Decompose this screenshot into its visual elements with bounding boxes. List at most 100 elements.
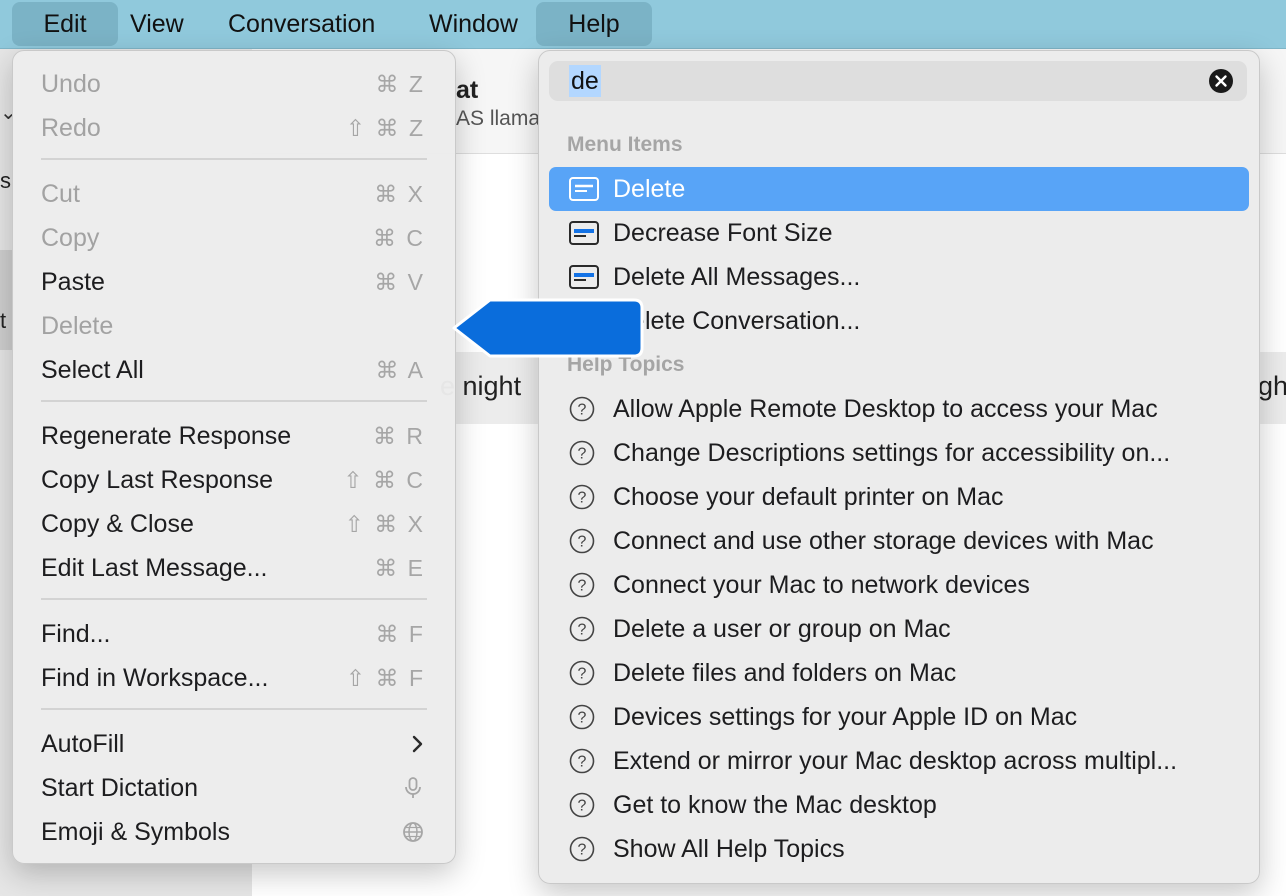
shortcut-label: ⌘ C — [373, 225, 425, 251]
menu-view[interactable]: View — [116, 2, 198, 46]
menu-bar: Edit View Conversation Window Help — [0, 0, 1286, 49]
svg-text:?: ? — [578, 622, 587, 639]
help-topic-item[interactable]: ? Delete files and folders on Mac — [549, 651, 1249, 695]
shortcut-label: ⇧ ⌘ C — [343, 467, 425, 493]
menu-window[interactable]: Window — [415, 2, 532, 46]
menu-item-label: Emoji & Symbols — [41, 818, 230, 846]
shortcut-label: ⌘ X — [374, 181, 425, 207]
menu-item-autofill[interactable]: AutoFill — [13, 722, 455, 766]
svg-text:?: ? — [578, 754, 587, 771]
help-topic-label: Change Descriptions settings for accessi… — [613, 439, 1171, 467]
background-sidebar-text-2: t — [0, 308, 7, 333]
menu-item-redo[interactable]: Redo ⇧ ⌘ Z — [13, 106, 455, 150]
help-topic-item[interactable]: ? Connect your Mac to network devices — [549, 563, 1249, 607]
help-topic-label: Connect your Mac to network devices — [613, 571, 1030, 599]
globe-icon — [403, 822, 423, 842]
menu-item-icon — [569, 177, 599, 201]
help-topic-label: Delete a user or group on Mac — [613, 615, 951, 643]
menu-item-icon — [569, 265, 599, 289]
menu-item-label: Regenerate Response — [41, 422, 292, 450]
background-title: at — [456, 76, 479, 104]
help-topic-label: Devices settings for your Apple ID on Ma… — [613, 703, 1078, 731]
menu-item-select-all[interactable]: Select All ⌘ A — [13, 348, 455, 392]
help-topic-label: Extend or mirror your Mac desktop across… — [613, 747, 1178, 775]
shortcut-label: ⌘ V — [374, 269, 425, 295]
menu-conversation[interactable]: Conversation — [214, 2, 389, 46]
show-all-help-topics[interactable]: ? Show All Help Topics — [549, 827, 1249, 871]
shortcut-label: ⇧ ⌘ Z — [345, 115, 425, 141]
help-topic-item[interactable]: ? Allow Apple Remote Desktop to access y… — [549, 387, 1249, 431]
menu-item-label: Select All — [41, 356, 144, 384]
help-topic-icon: ? — [569, 572, 595, 598]
svg-text:?: ? — [578, 666, 587, 683]
menu-item-edit-last-message[interactable]: Edit Last Message... ⌘ E — [13, 546, 455, 590]
help-topic-item[interactable]: ? Connect and use other storage devices … — [549, 519, 1249, 563]
help-search-input[interactable]: de — [569, 65, 601, 97]
svg-text:?: ? — [578, 534, 587, 551]
menu-item-label: Redo — [41, 114, 101, 142]
help-search-field[interactable]: de — [549, 61, 1247, 101]
help-topic-label: Connect and use other storage devices wi… — [613, 527, 1154, 555]
help-topic-label: Delete files and folders on Mac — [613, 659, 957, 687]
help-topic-icon: ? — [569, 836, 595, 862]
menu-item-label: Cut — [41, 180, 80, 208]
menu-item-copy[interactable]: Copy ⌘ C — [13, 216, 455, 260]
shortcut-label: ⌘ E — [374, 555, 425, 581]
help-result-delete-conversation[interactable]: Delete Conversation... — [549, 299, 1249, 343]
menu-item-undo[interactable]: Undo ⌘ Z — [13, 62, 455, 106]
help-topic-icon: ? — [569, 748, 595, 774]
help-topic-icon: ? — [569, 704, 595, 730]
menu-item-start-dictation[interactable]: Start Dictation — [13, 766, 455, 810]
menu-item-copy-last-response[interactable]: Copy Last Response ⇧ ⌘ C — [13, 458, 455, 502]
help-topic-item[interactable]: ? Change Descriptions settings for acces… — [549, 431, 1249, 475]
menu-item-label: Find in Workspace... — [41, 664, 269, 692]
svg-text:?: ? — [578, 578, 587, 595]
menu-item-delete[interactable]: Delete — [13, 304, 455, 348]
help-topic-icon: ? — [569, 792, 595, 818]
chevron-right-icon — [412, 735, 423, 753]
callout-arrow-icon — [452, 298, 644, 358]
help-topic-icon: ? — [569, 660, 595, 686]
help-topic-icon: ? — [569, 528, 595, 554]
help-result-delete[interactable]: Delete — [549, 167, 1249, 211]
menu-help[interactable]: Help — [536, 2, 652, 46]
shortcut-label: ⌘ R — [373, 423, 425, 449]
help-topic-item[interactable]: ? Choose your default printer on Mac — [549, 475, 1249, 519]
help-topic-item[interactable]: ? Get to know the Mac desktop — [549, 783, 1249, 827]
background-sidebar-text: s — [0, 168, 11, 193]
shortcut-label: ⇧ ⌘ X — [344, 511, 425, 537]
background-subtitle: AS llama — [456, 107, 541, 130]
menu-item-label: Copy Last Response — [41, 466, 274, 494]
menu-item-label: Undo — [41, 70, 101, 98]
help-topic-item[interactable]: ? Extend or mirror your Mac desktop acro… — [549, 739, 1249, 783]
menu-item-find[interactable]: Find... ⌘ F — [13, 612, 455, 656]
help-result-label: Delete All Messages... — [613, 263, 861, 291]
svg-text:?: ? — [578, 446, 587, 463]
menu-separator — [41, 158, 427, 160]
menu-item-label: Find... — [41, 620, 111, 648]
clear-search-icon[interactable] — [1209, 69, 1233, 93]
menu-item-label: AutoFill — [41, 730, 125, 758]
menu-item-cut[interactable]: Cut ⌘ X — [13, 172, 455, 216]
menu-item-label: Start Dictation — [41, 774, 199, 802]
help-topic-icon: ? — [569, 440, 595, 466]
svg-text:?: ? — [578, 798, 587, 815]
menu-item-emoji-symbols[interactable]: Emoji & Symbols — [13, 810, 455, 854]
menu-item-find-in-workspace[interactable]: Find in Workspace... ⇧ ⌘ F — [13, 656, 455, 700]
help-result-label: Delete — [613, 175, 686, 203]
svg-text:?: ? — [578, 490, 587, 507]
edit-menu: Undo ⌘ Z Redo ⇧ ⌘ Z Cut ⌘ X Copy ⌘ C Pas… — [12, 50, 456, 864]
menu-item-label: Paste — [41, 268, 105, 296]
help-topic-item[interactable]: ? Devices settings for your Apple ID on … — [549, 695, 1249, 739]
help-topic-item[interactable]: ? Delete a user or group on Mac — [549, 607, 1249, 651]
help-topic-label: Allow Apple Remote Desktop to access you… — [613, 395, 1158, 423]
help-result-decrease-font-size[interactable]: Decrease Font Size — [549, 211, 1249, 255]
help-result-label: Decrease Font Size — [613, 219, 833, 247]
menu-item-regenerate-response[interactable]: Regenerate Response ⌘ R — [13, 414, 455, 458]
menu-edit[interactable]: Edit — [12, 2, 118, 46]
help-result-delete-all-messages[interactable]: Delete All Messages... — [549, 255, 1249, 299]
svg-text:?: ? — [578, 710, 587, 727]
background-message-text-2: ght — [1258, 371, 1286, 401]
menu-item-paste[interactable]: Paste ⌘ V — [13, 260, 455, 304]
menu-item-copy-and-close[interactable]: Copy & Close ⇧ ⌘ X — [13, 502, 455, 546]
